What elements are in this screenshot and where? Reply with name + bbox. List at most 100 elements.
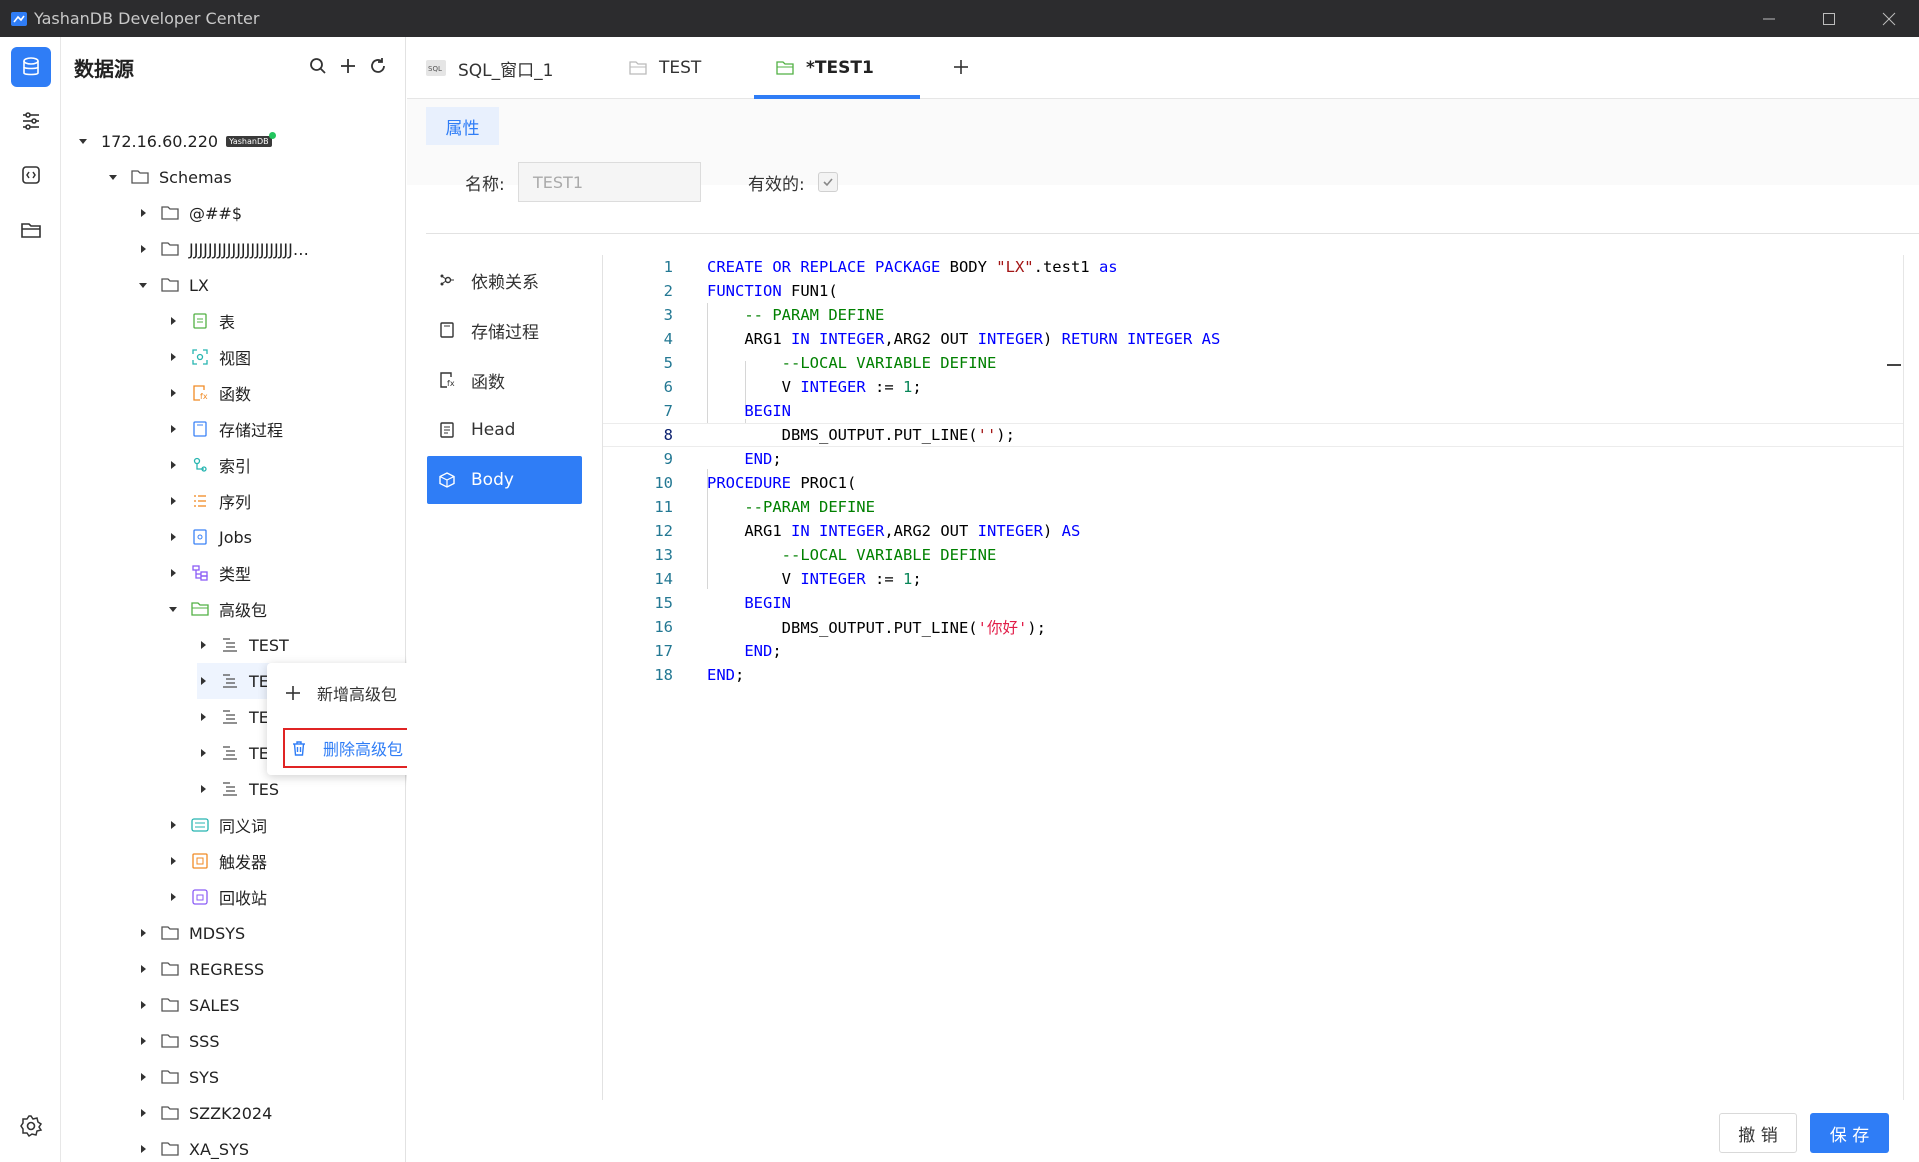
editor-tabs: SQL SQL_窗口_1 TEST *TEST1 — [407, 37, 1919, 99]
folder-icon — [161, 1032, 179, 1050]
caret-right-icon — [137, 1143, 149, 1155]
job-icon — [191, 528, 209, 546]
tree-schema-item[interactable]: SYS — [137, 1059, 219, 1095]
tree-schema-item[interactable]: REGRESS — [137, 951, 264, 987]
tab-sql-window[interactable]: SQL SQL_窗口_1 — [426, 37, 553, 99]
maximize-button[interactable] — [1799, 0, 1859, 37]
tab-test1[interactable]: *TEST1 — [776, 37, 874, 99]
nav-procedures[interactable]: 存储过程 — [427, 306, 582, 354]
settings-button[interactable] — [11, 1106, 51, 1146]
tab-properties[interactable]: 属性 — [426, 107, 499, 145]
caret-down-icon[interactable] — [77, 135, 89, 147]
plus-icon — [283, 685, 303, 701]
name-label: 名称: — [465, 175, 505, 195]
tab-test[interactable]: TEST — [629, 37, 701, 99]
code-nav-button[interactable] — [11, 155, 51, 195]
name-input[interactable]: TEST1 — [518, 162, 701, 202]
tree-node-recycle-bin[interactable]: 回收站 — [167, 879, 267, 915]
caret-right-icon — [167, 567, 179, 579]
nav-body[interactable]: Body — [427, 456, 582, 504]
new-package-menu-item[interactable]: 新增高级包 — [283, 675, 397, 711]
cancel-button[interactable]: 撤 销 — [1719, 1113, 1797, 1153]
tree-schemas[interactable]: Schemas — [107, 159, 232, 195]
line-number: 12 — [654, 522, 673, 540]
caret-down-icon[interactable] — [107, 171, 119, 183]
tree-node-functions[interactable]: fx 函数 — [167, 375, 251, 411]
nav-dependencies[interactable]: 依赖关系 — [427, 256, 582, 304]
tree-schema-item[interactable]: XA_SYS — [137, 1131, 249, 1162]
caret-right-icon — [167, 387, 179, 399]
caret-right-icon — [167, 423, 179, 435]
overview-ruler-mark — [1887, 364, 1901, 366]
caret-right-icon — [167, 819, 179, 831]
divider — [426, 233, 1919, 234]
close-button[interactable] — [1859, 0, 1919, 37]
trash-icon — [289, 740, 309, 756]
tree-schema-item[interactable]: JJJJJJJJJJJJJJJJJJJJJJ… — [137, 231, 309, 267]
trigger-icon — [191, 852, 209, 870]
plus-icon — [341, 59, 355, 73]
database-nav-button[interactable] — [11, 47, 51, 87]
sidebar-title: 数据源 — [74, 56, 134, 81]
folder-icon — [161, 1104, 179, 1122]
tree-schema-item[interactable]: MDSYS — [137, 915, 245, 951]
tree-schema-item[interactable]: SALES — [137, 987, 240, 1023]
editor-scrollbar[interactable] — [1903, 255, 1904, 1100]
tree-connection[interactable]: 172.16.60.220 YashanDB — [77, 123, 276, 159]
line-number: 15 — [654, 594, 673, 612]
tree-schema-item[interactable]: SZZK2024 — [137, 1095, 272, 1131]
code-editor[interactable]: 1 CREATE OR REPLACE PACKAGE BODY "LX".tes… — [603, 255, 1903, 1100]
folder-icon — [161, 1068, 179, 1086]
add-datasource-button[interactable] — [339, 57, 357, 79]
search-button[interactable] — [309, 57, 327, 79]
connected-status-dot — [268, 131, 276, 139]
tree-node-types[interactable]: 类型 — [167, 555, 251, 591]
add-tab-button[interactable] — [952, 54, 970, 82]
caret-right-icon — [197, 639, 209, 651]
package-folder-icon — [191, 600, 209, 618]
minimize-button[interactable] — [1739, 0, 1799, 37]
valid-checkbox[interactable] — [818, 172, 838, 192]
tree-node-indexes[interactable]: 索引 — [167, 447, 251, 483]
delete-package-menu-item[interactable]: 删除高级包 — [283, 728, 421, 768]
tree-node-synonyms[interactable]: 同义词 — [167, 807, 267, 843]
tree-package-item[interactable]: TEST — [197, 627, 289, 663]
tree-node-procedures[interactable]: 存储过程 — [167, 411, 283, 447]
svg-text:SQL: SQL — [428, 65, 442, 73]
tree-node-views[interactable]: 视图 — [167, 339, 251, 375]
code-line: 15 BEGIN — [603, 591, 1903, 615]
caret-down-icon — [137, 279, 149, 291]
line-number: 1 — [663, 258, 673, 276]
line-number: 16 — [654, 618, 673, 636]
refresh-button[interactable] — [369, 57, 387, 79]
save-button[interactable]: 保 存 — [1810, 1113, 1889, 1153]
settings-sliders-nav-button[interactable] — [11, 101, 51, 141]
head-icon — [439, 422, 459, 438]
code-icon — [22, 166, 40, 184]
tree-node-triggers[interactable]: 触发器 — [167, 843, 267, 879]
gear-icon — [20, 1115, 43, 1138]
folder-icon — [161, 924, 179, 942]
search-icon — [310, 58, 326, 74]
tree-node-packages[interactable]: 高级包 — [167, 591, 267, 627]
line-number: 6 — [663, 378, 673, 396]
activity-bar — [0, 37, 61, 1162]
caret-right-icon — [197, 783, 209, 795]
tree-schema-item[interactable]: @##$ — [137, 195, 242, 231]
code-line: 12 ARG1 IN INTEGER,ARG2 OUT INTEGER) AS — [603, 519, 1903, 543]
folder-icon — [161, 960, 179, 978]
tree-schema-item[interactable]: SSS — [137, 1023, 219, 1059]
code-line: 14 V INTEGER := 1; — [603, 567, 1903, 591]
nav-head[interactable]: Head — [427, 406, 582, 454]
code-line: 10 PROCEDURE PROC1( — [603, 471, 1903, 495]
tree-schema-lx[interactable]: LX — [137, 267, 209, 303]
nav-functions[interactable]: fx 函数 — [427, 356, 582, 404]
tree-node-tables[interactable]: 表 — [167, 303, 235, 339]
svg-text:fx: fx — [447, 379, 455, 388]
tree-node-jobs[interactable]: Jobs — [167, 519, 252, 555]
tree-package-item[interactable]: TES — [197, 771, 279, 807]
window-title: YashanDB Developer Center — [34, 9, 260, 28]
tree-node-sequences[interactable]: 序列 — [167, 483, 251, 519]
main-panel: SQL SQL_窗口_1 TEST *TEST1 属性 名称: TEST1 有效… — [407, 37, 1919, 1162]
folder-nav-button[interactable] — [11, 210, 51, 250]
